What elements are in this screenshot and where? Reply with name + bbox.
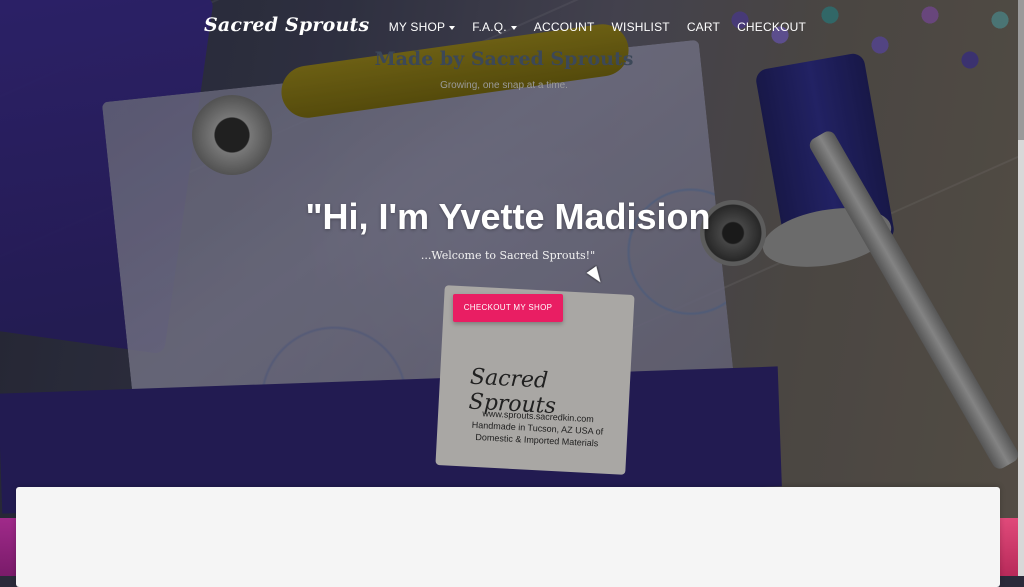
nav-item-label: CHECKOUT <box>737 20 806 34</box>
hero-title: "Hi, I'm Yvette Madision <box>305 196 711 237</box>
nav-item-my-shop[interactable]: MY SHOP <box>389 20 456 34</box>
navbar: Sacred Sprouts MY SHOP F.A.Q. ACCOUNT WI… <box>0 0 1024 54</box>
checkout-shop-button[interactable]: CHECKOUT MY SHOP <box>453 294 563 322</box>
nav-item-label: CART <box>686 20 721 34</box>
nav-item-wishlist[interactable]: WISHLIST <box>612 20 670 34</box>
nav-item-account[interactable]: ACCOUNT <box>534 20 595 34</box>
chevron-down-icon <box>449 25 456 30</box>
nav-item-label: F.A.Q. <box>472 20 507 34</box>
hero-subtitle: ...Welcome to Sacred Sprouts!" <box>420 249 596 262</box>
section-subtitle: Growing, one snap at a time. <box>440 80 568 91</box>
nav-item-label: ACCOUNT <box>533 20 595 34</box>
scrollbar-thumb[interactable] <box>1018 0 1024 140</box>
brand-logo[interactable]: Sacred Sprouts <box>204 14 369 36</box>
nav-item-label: MY SHOP <box>388 20 446 34</box>
chevron-down-icon <box>510 25 517 30</box>
nav-menu: MY SHOP F.A.Q. ACCOUNT WISHLIST CART CHE… <box>389 20 806 34</box>
nav-item-faq[interactable]: F.A.Q. <box>472 20 517 34</box>
nav-item-cart[interactable]: CART <box>687 20 720 34</box>
nav-item-checkout[interactable]: CHECKOUT <box>737 20 806 34</box>
section-title: Made by Sacred Sprouts <box>374 48 634 70</box>
content-card <box>16 487 1000 587</box>
nav-item-label: WISHLIST <box>611 20 670 34</box>
